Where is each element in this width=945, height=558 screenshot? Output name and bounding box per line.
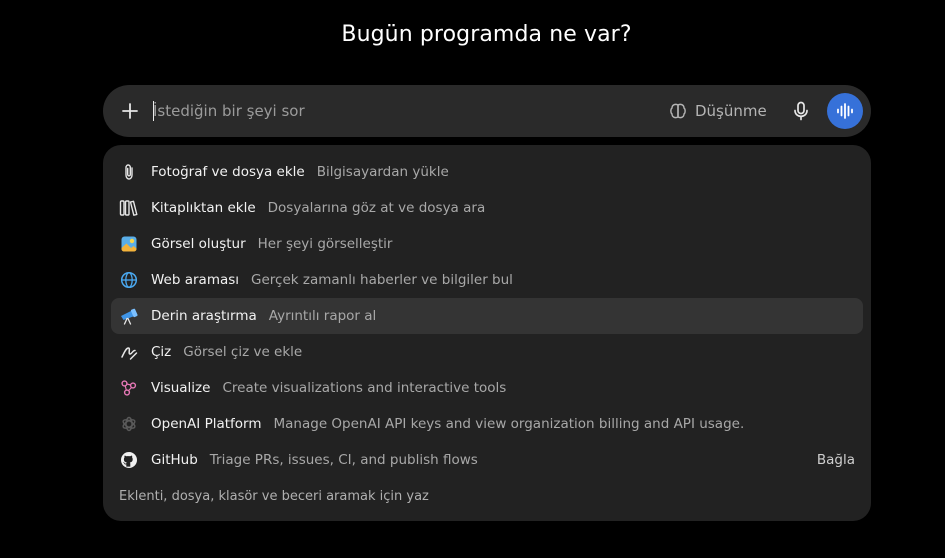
library-icon	[119, 198, 139, 218]
telescope-icon	[119, 306, 139, 326]
page: Bugün programda ne var? Düşünme	[0, 0, 945, 558]
menu-item-label: Görsel oluştur	[151, 236, 246, 252]
menu-item-description: Dosyalarına göz at ve dosya ara	[267, 200, 486, 216]
thinking-toggle[interactable]: Düşünme	[669, 99, 767, 123]
menu-item-description: Görsel çiz ve ekle	[183, 344, 303, 360]
menu-item-deep-research[interactable]: Derin araştırma Ayrıntılı rapor al	[111, 298, 863, 334]
microphone-icon	[794, 101, 808, 121]
menu-item-web-search[interactable]: Web araması Gerçek zamanlı haberler ve b…	[111, 262, 863, 298]
attachment-menu: Fotoğraf ve dosya ekle Bilgisayardan yük…	[103, 145, 871, 521]
menu-item-description: Ayrıntılı rapor al	[268, 308, 377, 324]
menu-item-label: Fotoğraf ve dosya ekle	[151, 164, 305, 180]
image-icon	[119, 234, 139, 254]
menu-item-label: Çiz	[151, 344, 172, 360]
paperclip-icon	[119, 162, 139, 182]
voice-mode-button[interactable]	[827, 93, 863, 129]
menu-item-add-photo-file[interactable]: Fotoğraf ve dosya ekle Bilgisayardan yük…	[111, 154, 863, 190]
brain-icon	[670, 103, 686, 119]
menu-item-description: Her şeyi görselleştir	[257, 236, 393, 252]
microphone-button[interactable]	[789, 99, 813, 123]
plus-icon	[122, 103, 138, 119]
thinking-label: Düşünme	[695, 102, 767, 120]
menu-item-label: OpenAI Platform	[151, 416, 262, 432]
text-caret	[153, 101, 154, 121]
add-button[interactable]	[117, 98, 143, 124]
github-connect-button[interactable]: Bağla	[817, 452, 855, 468]
prompt-composer: Düşünme	[103, 85, 871, 137]
menu-item-label: Visualize	[151, 380, 211, 396]
menu-item-openai-platform[interactable]: OpenAI Platform Manage OpenAI API keys a…	[111, 406, 863, 442]
globe-icon	[119, 270, 139, 290]
menu-item-visualize[interactable]: Visualize Create visualizations and inte…	[111, 370, 863, 406]
menu-item-label: Web araması	[151, 272, 240, 288]
menu-item-description: Triage PRs, issues, CI, and publish flow…	[209, 452, 478, 468]
openai-icon	[119, 414, 139, 434]
menu-item-label: Derin araştırma	[151, 308, 257, 324]
draw-icon	[119, 342, 139, 362]
prompt-input[interactable]	[153, 98, 653, 124]
menu-item-github[interactable]: GitHub Triage PRs, issues, CI, and publi…	[111, 442, 863, 478]
page-headline: Bugün programda ne var?	[341, 22, 632, 47]
menu-search-hint: Eklenti, dosya, klasör ve beceri aramak …	[119, 488, 429, 504]
menu-item-label: GitHub	[151, 452, 198, 468]
menu-item-add-from-library[interactable]: Kitaplıktan ekle Dosyalarına göz at ve d…	[111, 190, 863, 226]
waveform-icon	[837, 103, 853, 119]
menu-item-label: Kitaplıktan ekle	[151, 200, 256, 216]
menu-item-create-image[interactable]: Görsel oluştur Her şeyi görselleştir	[111, 226, 863, 262]
menu-item-draw[interactable]: Çiz Görsel çiz ve ekle	[111, 334, 863, 370]
menu-item-description: Create visualizations and interactive to…	[222, 380, 507, 396]
menu-item-description: Gerçek zamanlı haberler ve bilgiler bul	[251, 272, 513, 288]
visualize-icon	[119, 378, 139, 398]
github-icon	[119, 450, 139, 470]
menu-item-description: Bilgisayardan yükle	[316, 164, 449, 180]
menu-item-description: Manage OpenAI API keys and view organiza…	[273, 416, 745, 432]
